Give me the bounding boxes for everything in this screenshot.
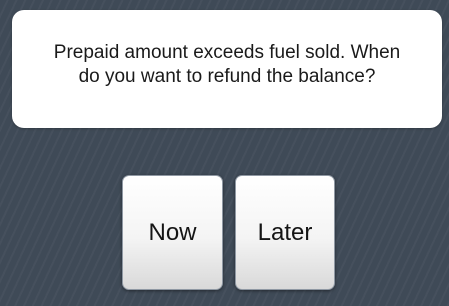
refund-prompt-panel: Prepaid amount exceeds fuel sold. When d…: [12, 10, 442, 128]
refund-now-label: Now: [148, 218, 197, 246]
refund-later-label: Later: [257, 218, 313, 246]
refund-now-button[interactable]: Now: [122, 175, 223, 290]
refund-prompt-message: Prepaid amount exceeds fuel sold. When d…: [53, 42, 401, 87]
refund-later-button[interactable]: Later: [235, 175, 335, 290]
